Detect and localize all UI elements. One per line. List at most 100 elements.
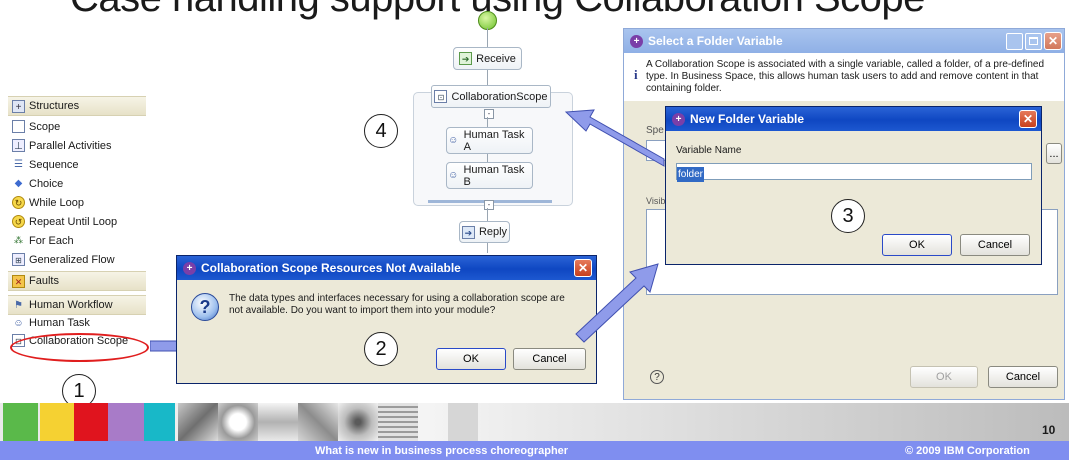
app-icon: + xyxy=(672,112,685,126)
highlight-oval xyxy=(10,333,149,362)
scope-label: CollaborationScope xyxy=(451,90,548,103)
task-b-label: Human Task B xyxy=(463,163,525,188)
maximize-button[interactable] xyxy=(1025,33,1042,50)
receive-node[interactable]: ➔ Receive xyxy=(453,47,522,70)
palette-header-human-workflow[interactable]: ⚑ Human Workflow xyxy=(8,295,146,315)
human-task-b-node[interactable]: ☺ Human Task B xyxy=(446,162,533,189)
sequence-icon: ☰ xyxy=(14,159,23,170)
parallel-icon: ⊥ xyxy=(12,139,25,152)
variable-name-input[interactable]: folder xyxy=(676,163,1032,182)
color-block xyxy=(74,403,108,441)
palette-item-label: For Each xyxy=(29,234,74,247)
connector-line xyxy=(487,154,488,162)
info-icon: i xyxy=(634,67,638,82)
task-a-label: Human Task A xyxy=(463,128,525,153)
close-button[interactable]: ✕ xyxy=(1019,110,1037,128)
app-icon: + xyxy=(183,261,196,275)
palette-item-human-task[interactable]: ☺ Human Task xyxy=(12,315,146,331)
folder-cancel-button[interactable]: Cancel xyxy=(988,366,1058,388)
choice-icon: ◆ xyxy=(14,178,23,189)
collapse-handle[interactable]: - xyxy=(484,109,494,119)
dialog-title: Select a Folder Variable xyxy=(648,34,783,48)
human-task-a-node[interactable]: ☺ Human Task A xyxy=(446,127,533,154)
palette-item-label: Sequence xyxy=(29,158,79,171)
human-task-icon: ☺ xyxy=(13,317,24,329)
callout-3: 3 xyxy=(831,199,865,233)
palette-item-repeat-until-loop[interactable]: ↺ Repeat Until Loop xyxy=(12,212,146,231)
callout-2: 2 xyxy=(364,332,398,366)
palette-header-structures[interactable]: + Structures xyxy=(8,96,146,116)
for-each-icon: ⁂ xyxy=(14,235,23,245)
connector-line xyxy=(487,28,488,47)
connector-line xyxy=(487,70,488,86)
photo-strip xyxy=(218,403,258,441)
generalized-flow-icon: ⊞ xyxy=(12,253,25,266)
info-panel: i A Collaboration Scope is associated wi… xyxy=(624,53,1064,101)
scope-icon xyxy=(12,120,25,133)
palette-item-label: Choice xyxy=(29,177,64,190)
palette-item-for-each[interactable]: ⁂ For Each xyxy=(12,231,146,250)
footer-color-band: 10 xyxy=(0,403,1069,441)
collapse-handle[interactable]: - xyxy=(484,200,494,210)
callout-4: 4 xyxy=(364,114,398,148)
minimize-button[interactable] xyxy=(1006,33,1023,50)
structures-icon: + xyxy=(12,99,25,113)
folder-ok-button[interactable]: OK xyxy=(910,366,978,388)
connector-line xyxy=(487,243,488,253)
photo-strip xyxy=(178,403,218,441)
variable-name-label: Variable Name xyxy=(676,145,742,156)
dialog-title-bar[interactable]: + New Folder Variable xyxy=(666,107,1041,131)
palette-item-while-loop[interactable]: ↻ While Loop xyxy=(12,193,146,212)
close-button[interactable]: ✕ xyxy=(1044,32,1062,50)
palette: + Structures Scope ⊥ Parallel Activities… xyxy=(8,96,146,350)
color-block xyxy=(3,403,38,441)
palette-item-choice[interactable]: ◆ Choice xyxy=(12,174,146,193)
reply-label: Reply xyxy=(478,226,508,238)
dialog-message: The data types and interfaces necessary … xyxy=(229,293,565,316)
palette-header-label: Human Workflow xyxy=(29,299,113,311)
footer-title: What is new in business process choreogr… xyxy=(315,445,569,457)
photo-strip xyxy=(378,403,418,441)
reply-icon: ➔ xyxy=(461,225,475,239)
dialog-title: New Folder Variable xyxy=(690,112,805,126)
page-number: 10 xyxy=(1042,423,1056,437)
arrow-2 xyxy=(575,263,659,343)
palette-item-label: Repeat Until Loop xyxy=(29,215,118,228)
photo-strip xyxy=(298,403,338,441)
help-icon[interactable]: ? xyxy=(650,370,664,384)
resources-ok-button[interactable]: OK xyxy=(436,348,506,370)
photo-strip xyxy=(448,403,478,441)
new-var-ok-button[interactable]: OK xyxy=(882,234,952,256)
dialog-title-bar[interactable]: + Select a Folder Variable xyxy=(624,29,1064,53)
palette-item-scope[interactable]: Scope xyxy=(12,117,146,136)
dialog-title: Collaboration Scope Resources Not Availa… xyxy=(201,261,461,275)
human-workflow-icon: ⚑ xyxy=(14,299,23,311)
palette-item-generalized-flow[interactable]: ⊞ Generalized Flow xyxy=(12,250,146,269)
resources-cancel-button[interactable]: Cancel xyxy=(513,348,586,370)
color-block xyxy=(144,403,175,441)
new-var-cancel-button[interactable]: Cancel xyxy=(960,234,1030,256)
color-block xyxy=(40,403,74,441)
question-icon: ? xyxy=(191,293,219,321)
arrow-3 xyxy=(564,109,665,167)
palette-header-label: Faults xyxy=(29,275,59,287)
receive-label: Receive xyxy=(476,52,516,65)
color-block xyxy=(108,403,144,441)
info-text: A Collaboration Scope is associated with… xyxy=(646,59,1045,94)
reply-node[interactable]: ➔ Reply xyxy=(459,221,510,243)
collaboration-scope-node[interactable]: ⊡ CollaborationScope xyxy=(431,85,551,108)
palette-header-faults[interactable]: ✕ Faults xyxy=(8,271,146,291)
faults-icon: ✕ xyxy=(12,274,25,288)
palette-item-sequence[interactable]: ☰ Sequence xyxy=(12,155,146,174)
photo-strip xyxy=(338,403,378,441)
app-icon: + xyxy=(630,34,643,48)
footer-bar: What is new in business process choreogr… xyxy=(0,441,1069,460)
browse-button[interactable]: ... xyxy=(1046,143,1062,164)
palette-header-label: Structures xyxy=(29,100,80,112)
connector-line xyxy=(487,208,488,221)
collaboration-scope-icon: ⊡ xyxy=(434,90,448,103)
dialog-title-bar[interactable]: + Collaboration Scope Resources Not Avai… xyxy=(177,256,596,280)
new-folder-variable-dialog: + New Folder Variable ✕ Variable Name fo… xyxy=(665,106,1042,265)
palette-item-parallel-activities[interactable]: ⊥ Parallel Activities xyxy=(12,136,146,155)
palette-item-label: Generalized Flow xyxy=(29,253,115,266)
